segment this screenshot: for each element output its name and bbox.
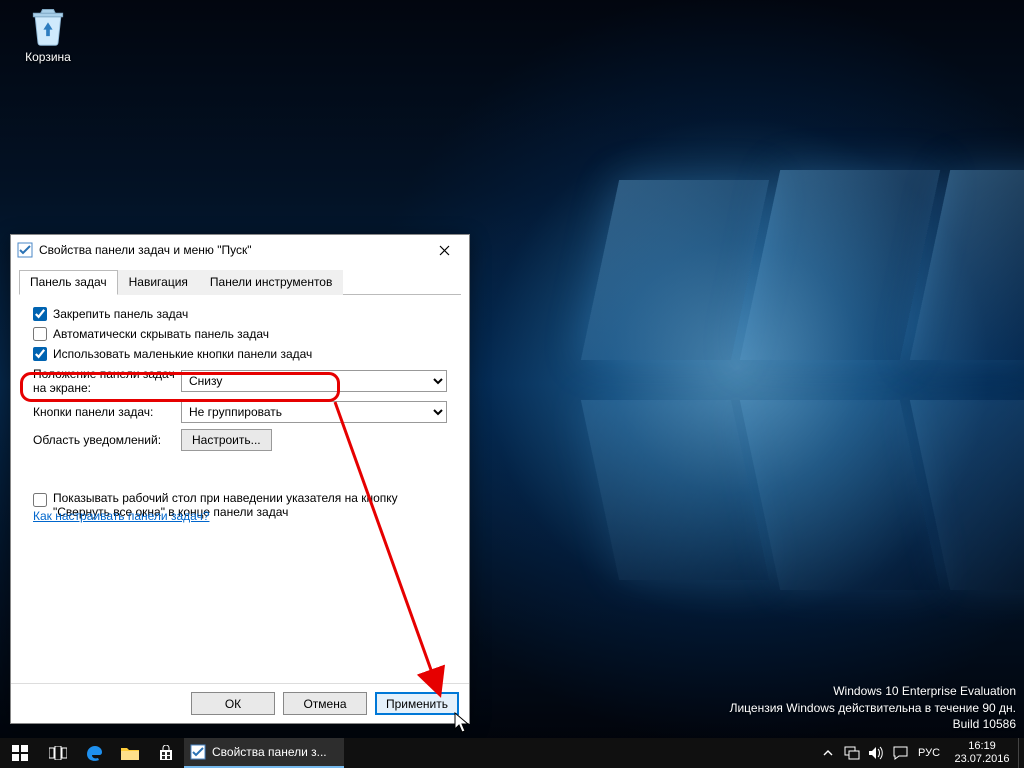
tab-panel-taskbar: Закрепить панель задач Автоматически скр… (19, 295, 461, 533)
file-explorer-icon (121, 746, 139, 760)
edge-button[interactable] (76, 738, 112, 768)
cancel-button[interactable]: Отмена (283, 692, 367, 715)
checkbox-peek-desktop-input[interactable] (33, 493, 47, 507)
tab-toolbars[interactable]: Панели инструментов (199, 270, 343, 295)
label-notification-area: Область уведомлений: (33, 433, 181, 447)
button-customize-notifications[interactable]: Настроить... (181, 429, 272, 451)
close-icon (439, 245, 450, 256)
recycle-bin-icon (26, 4, 70, 48)
titlebar[interactable]: Свойства панели задач и меню "Пуск" (11, 235, 469, 265)
help-link[interactable]: Как настраивать панели задач? (33, 509, 209, 523)
label-taskbar-position: Положение панели задач на экране: (33, 367, 181, 395)
tray-date: 23.07.2016 (946, 753, 1018, 766)
dialog-icon (17, 242, 33, 258)
start-button[interactable] (0, 738, 40, 768)
checkbox-autohide-input[interactable] (33, 327, 47, 341)
mouse-cursor (454, 712, 472, 736)
show-desktop-button[interactable] (1018, 738, 1024, 768)
tray-clock[interactable]: 16:19 23.07.2016 (946, 740, 1018, 765)
network-icon (844, 746, 860, 760)
store-icon (158, 745, 174, 761)
tab-navigation[interactable]: Навигация (118, 270, 199, 295)
desktop-icon-label: Корзина (10, 50, 86, 64)
taskbar-task-properties[interactable]: Свойства панели з... (184, 738, 344, 768)
label-taskbar-buttons: Кнопки панели задач: (33, 405, 181, 419)
activation-watermark: Windows 10 Enterprise Evaluation Лицензи… (730, 683, 1016, 732)
taskbar: Свойства панели з... РУС 16:19 23.07.201… (0, 738, 1024, 768)
checkbox-small-icons-label: Использовать маленькие кнопки панели зад… (53, 347, 312, 361)
tray-action-center-button[interactable] (888, 738, 912, 768)
checkbox-autohide-label: Автоматически скрывать панель задач (53, 327, 269, 341)
checkbox-lock-taskbar[interactable]: Закрепить панель задач (33, 307, 188, 321)
desktop-icon-recycle-bin[interactable]: Корзина (10, 4, 86, 64)
tray-language-label: РУС (918, 747, 940, 759)
tab-taskbar[interactable]: Панель задач (19, 270, 118, 295)
task-view-icon (49, 746, 67, 760)
tray-overflow-button[interactable] (816, 738, 840, 768)
apply-button[interactable]: Применить (375, 692, 459, 715)
system-tray: РУС 16:19 23.07.2016 (816, 738, 1024, 768)
checkbox-lock-taskbar-input[interactable] (33, 307, 47, 321)
tab-strip: Панель задач Навигация Панели инструмент… (19, 269, 461, 295)
close-button[interactable] (425, 236, 463, 264)
taskbar-properties-dialog: Свойства панели задач и меню "Пуск" Пане… (10, 234, 470, 724)
dialog-icon (190, 744, 206, 760)
checkbox-small-icons-input[interactable] (33, 347, 47, 361)
tray-volume-button[interactable] (864, 738, 888, 768)
edge-icon (85, 744, 103, 762)
start-icon (12, 745, 28, 761)
checkbox-lock-label: Закрепить панель задач (53, 307, 188, 321)
file-explorer-button[interactable] (112, 738, 148, 768)
task-view-button[interactable] (40, 738, 76, 768)
tray-network-button[interactable] (840, 738, 864, 768)
select-taskbar-buttons[interactable]: Не группировать (181, 401, 447, 423)
action-center-icon (893, 746, 908, 760)
taskbar-task-label: Свойства панели з... (212, 745, 327, 759)
volume-icon (868, 746, 884, 760)
store-button[interactable] (148, 738, 184, 768)
dialog-button-bar: ОК Отмена Применить (11, 683, 469, 723)
ok-button[interactable]: ОК (191, 692, 275, 715)
checkbox-autohide[interactable]: Автоматически скрывать панель задач (33, 327, 269, 341)
dialog-title: Свойства панели задач и меню "Пуск" (39, 243, 425, 257)
tray-chevron-icon (823, 748, 833, 758)
tray-language-button[interactable]: РУС (912, 738, 946, 768)
select-taskbar-position[interactable]: Снизу (181, 370, 447, 392)
checkbox-small-icons[interactable]: Использовать маленькие кнопки панели зад… (33, 347, 312, 361)
tray-time: 16:19 (946, 740, 1018, 753)
